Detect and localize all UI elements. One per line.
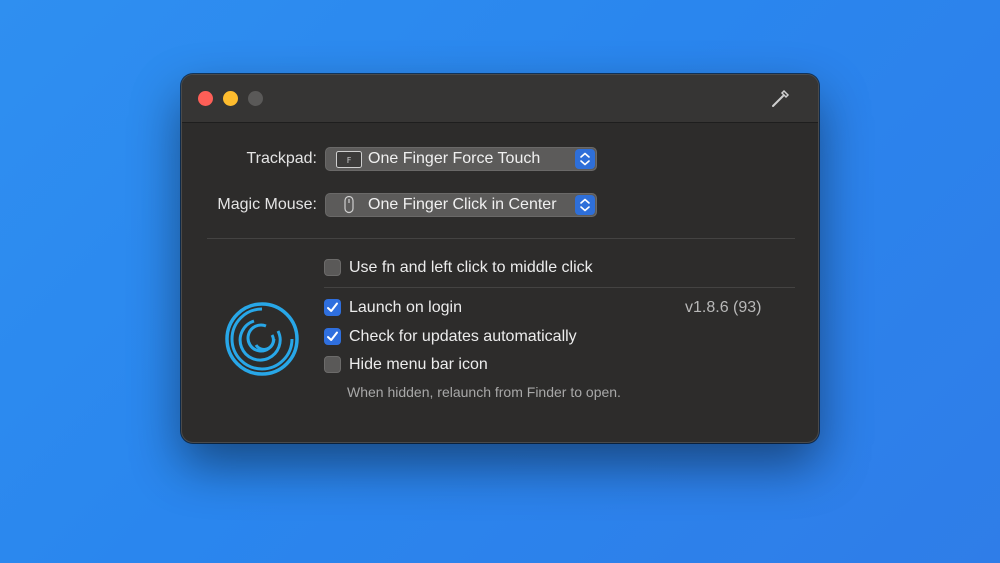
trackpad-label: Trackpad: [246, 150, 317, 167]
check-updates-checkbox[interactable] [324, 328, 341, 345]
force-touch-key-icon: F [336, 151, 362, 168]
tools-icon[interactable] [770, 89, 790, 109]
svg-text:F: F [347, 156, 352, 165]
launch-on-login-label: Launch on login [349, 299, 462, 316]
magic-mouse-gesture-value: One Finger Click in Center [368, 196, 557, 213]
options-divider [324, 287, 795, 288]
app-logo-icon [225, 302, 299, 376]
close-window-button[interactable] [198, 91, 213, 106]
trackpad-gesture-popup[interactable]: F One Finger Force Touch [325, 147, 597, 171]
trackpad-gesture-value: One Finger Force Touch [368, 150, 541, 167]
fn-click-label: Use fn and left click to middle click [349, 259, 593, 276]
chevron-updown-icon [575, 195, 595, 215]
settings-window: Trackpad: F One Finger Force Touch Magic… [181, 74, 819, 443]
fn-click-checkbox[interactable] [324, 259, 341, 276]
hide-menu-bar-icon-label: Hide menu bar icon [349, 356, 488, 373]
minimize-window-button[interactable] [223, 91, 238, 106]
zoom-window-button[interactable] [248, 91, 263, 106]
magic-mouse-label: Magic Mouse: [217, 196, 317, 213]
chevron-updown-icon [575, 149, 595, 169]
hide-menu-bar-icon-checkbox[interactable] [324, 356, 341, 373]
magic-mouse-gesture-popup[interactable]: One Finger Click in Center [325, 193, 597, 217]
check-updates-label: Check for updates automatically [349, 328, 577, 345]
hide-hint-text: When hidden, relaunch from Finder to ope… [347, 384, 621, 400]
section-divider [207, 238, 795, 239]
title-bar [182, 75, 818, 123]
magic-mouse-icon [344, 196, 354, 214]
launch-on-login-checkbox[interactable] [324, 299, 341, 316]
version-label: v1.8.6 (93) [685, 299, 762, 316]
